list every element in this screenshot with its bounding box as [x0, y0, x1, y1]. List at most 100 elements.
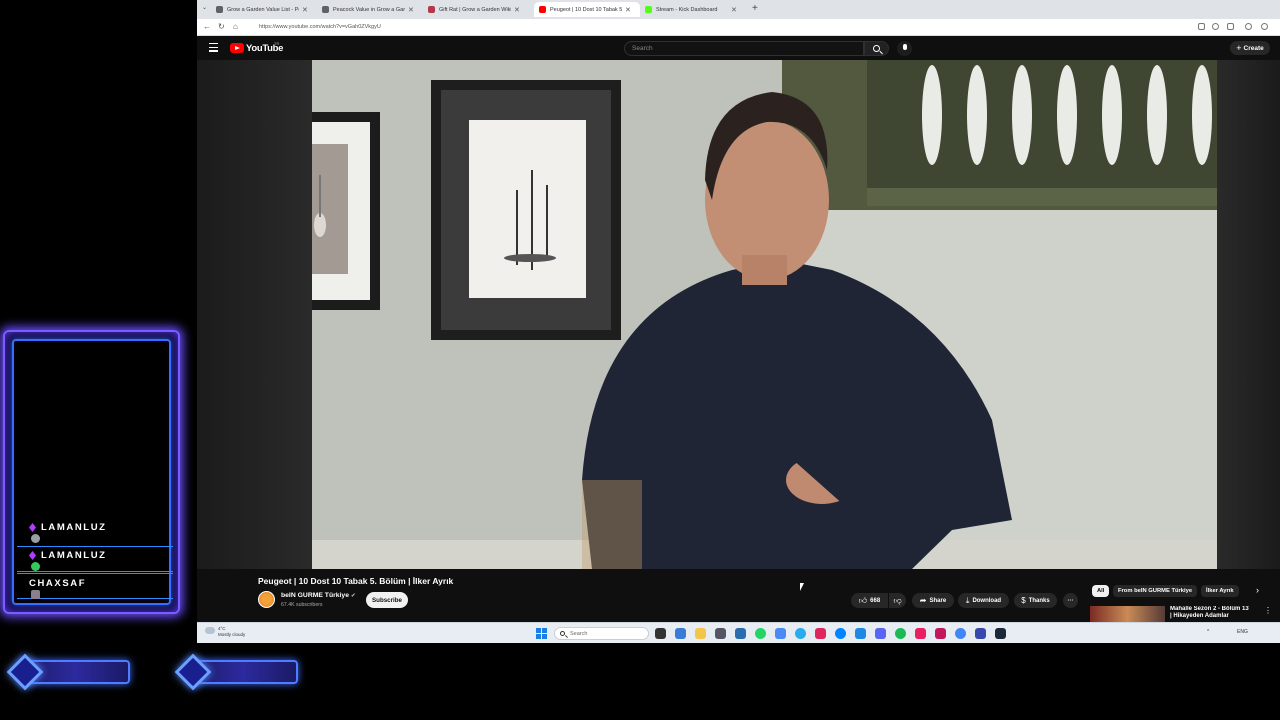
cloud-icon	[205, 627, 215, 634]
weather-widget[interactable]: 4°C Mostly cloudy	[218, 626, 245, 638]
tab-search-icon[interactable]: ⌄	[202, 4, 207, 11]
chevron-right-icon[interactable]: ›	[1256, 585, 1259, 595]
chat-message: CHAXSAF	[17, 573, 173, 599]
edge-icon[interactable]	[855, 628, 866, 639]
task-view-icon[interactable]	[655, 628, 666, 639]
chip-all[interactable]: All	[1092, 585, 1110, 597]
channel-name-link[interactable]: beIN GURME Türkiye ✔	[281, 592, 356, 599]
chat-emote-icon	[31, 590, 40, 599]
download-label: Download	[972, 597, 1002, 604]
channel-avatar[interactable]	[258, 591, 275, 608]
download-icon: ⤓	[965, 595, 970, 605]
browser-tab[interactable]: Grow a Garden Value List - Pet Pri... ✕	[211, 2, 317, 17]
chrome-icon[interactable]	[955, 628, 966, 639]
recommended-title[interactable]: Mahalle Sezon 2 - Bölüm 13 | Hikayeden A…	[1170, 606, 1250, 620]
thumbs-up-icon: 👍︎	[858, 595, 868, 605]
video-frame[interactable]	[312, 60, 1217, 569]
chip-from-channel[interactable]: From beIN GURME Türkiye	[1113, 585, 1198, 597]
new-tab-button[interactable]: +	[752, 3, 758, 14]
url-field[interactable]: https://www.youtube.com/watch?v=vGah0ZVk…	[259, 24, 381, 30]
windows-taskbar: 4°C Mostly cloudy Search ^ ENG	[197, 622, 1280, 643]
verified-icon: ✔	[350, 593, 356, 599]
overlay-decoration	[174, 653, 298, 691]
browser-window: ⌄ Grow a Garden Value List - Pet Pri... …	[197, 0, 1280, 643]
youtube-logo-icon[interactable]	[230, 43, 244, 53]
chat-emote-icon	[31, 562, 40, 571]
player-side-shade	[1217, 60, 1280, 569]
region-label: TR	[274, 41, 280, 46]
search-icon	[873, 45, 880, 52]
create-label: Create	[1243, 44, 1264, 52]
telegram-icon[interactable]	[795, 628, 806, 639]
youtube-header: YouTube TR Search + Create	[197, 36, 1280, 60]
youtube-favicon-icon	[539, 6, 546, 13]
browser-tab-active[interactable]: Peugeot | 10 Dost 10 Tabak 5... ✕	[534, 2, 640, 17]
chat-username: LAMANLUZ	[41, 522, 107, 533]
like-count: 668	[870, 597, 881, 604]
tiktok-icon[interactable]	[915, 628, 926, 639]
share-label: Share	[929, 597, 947, 604]
tray-chevron-icon[interactable]: ^	[1207, 629, 1209, 635]
browser-tab[interactable]: Gift Rat | Grow a Garden Wiki | Fa... ✕	[423, 2, 529, 17]
taskbar-search-placeholder: Search	[570, 630, 588, 637]
chip-ilker-ayrik[interactable]: İlker Ayrık	[1201, 585, 1239, 597]
store-icon[interactable]	[735, 628, 746, 639]
plus-icon: +	[1236, 43, 1242, 53]
profile-icon[interactable]	[1245, 23, 1252, 30]
search-input[interactable]: Search	[624, 41, 864, 56]
recommended-thumbnail[interactable]	[1090, 606, 1165, 622]
share-button[interactable]: ➦ Share	[912, 593, 954, 608]
tab-title: Grow a Garden Value List - Pet Pri...	[227, 6, 299, 13]
hamburger-menu-icon[interactable]	[209, 43, 218, 52]
back-icon[interactable]: ←	[203, 22, 211, 31]
messenger-icon[interactable]	[835, 628, 846, 639]
windows-start-icon[interactable]	[536, 628, 547, 639]
app-icon[interactable]	[935, 628, 946, 639]
language-indicator[interactable]: ENG	[1237, 629, 1248, 635]
search-button[interactable]	[864, 41, 889, 56]
discord-icon[interactable]	[875, 628, 886, 639]
close-icon[interactable]: ✕	[731, 6, 737, 14]
tab-favicon-icon	[428, 6, 435, 13]
copilot-icon[interactable]	[1261, 23, 1268, 30]
tab-title: Gift Rat | Grow a Garden Wiki | Fa...	[439, 6, 511, 13]
close-icon[interactable]: ✕	[408, 6, 414, 14]
browser-tab[interactable]: Stream - Kick Dashboard ✕	[640, 2, 746, 17]
split-screen-icon[interactable]	[1198, 23, 1205, 30]
browser-tab[interactable]: Peacock Value in Grow a Garden... ✕	[317, 2, 423, 17]
create-button[interactable]: + Create	[1230, 41, 1270, 55]
copilot-app-icon[interactable]	[675, 628, 686, 639]
app-icon[interactable]	[815, 628, 826, 639]
stream-chat-overlay: LAMANLUZ LAMANLUZ CHAXSAF	[3, 330, 180, 614]
app-icon[interactable]	[775, 628, 786, 639]
spotify-icon[interactable]	[895, 628, 906, 639]
more-icon: ···	[1067, 597, 1074, 604]
microphone-icon[interactable]	[897, 41, 912, 56]
close-icon[interactable]: ✕	[625, 6, 631, 14]
thanks-button[interactable]: $ Thanks	[1014, 593, 1057, 608]
download-button[interactable]: ⤓ Download	[958, 593, 1009, 608]
whatsapp-icon[interactable]	[755, 628, 766, 639]
close-icon[interactable]: ✕	[302, 6, 308, 14]
mouse-cursor-icon	[800, 583, 808, 591]
file-explorer-icon[interactable]	[695, 628, 706, 639]
search-placeholder: Search	[632, 45, 653, 52]
video-player[interactable]	[197, 60, 1280, 569]
taskbar-search-input[interactable]: Search	[554, 627, 649, 640]
close-icon[interactable]: ✕	[514, 6, 520, 14]
tab-title: Peacock Value in Grow a Garden...	[333, 6, 405, 13]
mail-icon[interactable]	[715, 628, 726, 639]
dislike-button[interactable]: 👎︎	[889, 593, 906, 608]
more-actions-button[interactable]: ···	[1063, 593, 1078, 608]
video-info: Peugeot | 10 Dost 10 Tabak 5. Bölüm | İl…	[197, 569, 1280, 622]
subscribe-button[interactable]: Subscribe	[366, 592, 408, 608]
tab-title: Stream - Kick Dashboard	[656, 6, 718, 13]
kebab-menu-icon[interactable]: ⋮	[1264, 606, 1272, 615]
collections-icon[interactable]	[1227, 23, 1234, 30]
app-icon[interactable]	[975, 628, 986, 639]
favorite-icon[interactable]	[1212, 23, 1219, 30]
steam-icon[interactable]	[995, 628, 1006, 639]
like-button[interactable]: 👍︎ 668	[851, 593, 888, 608]
reload-icon[interactable]: ↻	[218, 22, 225, 31]
home-icon[interactable]: ⌂	[233, 22, 238, 31]
